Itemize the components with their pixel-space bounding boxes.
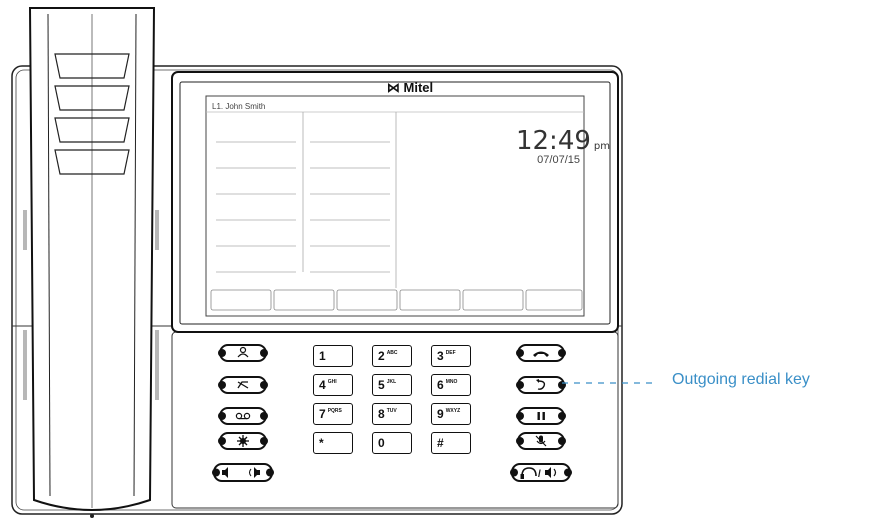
softkey-row <box>210 289 583 311</box>
key-4[interactable]: 4 GHI <box>313 374 353 396</box>
callout-label: Outgoing redial key <box>672 371 810 388</box>
svg-text:/: / <box>538 469 541 480</box>
key-1[interactable]: 1 <box>313 345 353 367</box>
key-7[interactable]: 7 PQRS <box>313 403 353 425</box>
brand-logo: ⋈ Mitel <box>386 80 434 95</box>
key-3[interactable]: 3 DEF <box>431 345 471 367</box>
handset <box>28 7 156 518</box>
clock: 12:49 pm <box>515 126 610 156</box>
key-0[interactable]: 0 <box>372 432 412 454</box>
line-label: L1. John Smith <box>212 102 266 111</box>
key-5[interactable]: 5 JKL <box>372 374 412 396</box>
key-pound[interactable]: # <box>431 432 471 454</box>
key-9[interactable]: 9 WXYZ <box>431 403 471 425</box>
key-2[interactable]: 2 ABC <box>372 345 412 367</box>
key-6[interactable]: 6 MNO <box>431 374 471 396</box>
key-8[interactable]: 8 TUV <box>372 403 412 425</box>
key-star[interactable]: * <box>313 432 353 454</box>
date: 07/07/15 <box>537 154 580 166</box>
